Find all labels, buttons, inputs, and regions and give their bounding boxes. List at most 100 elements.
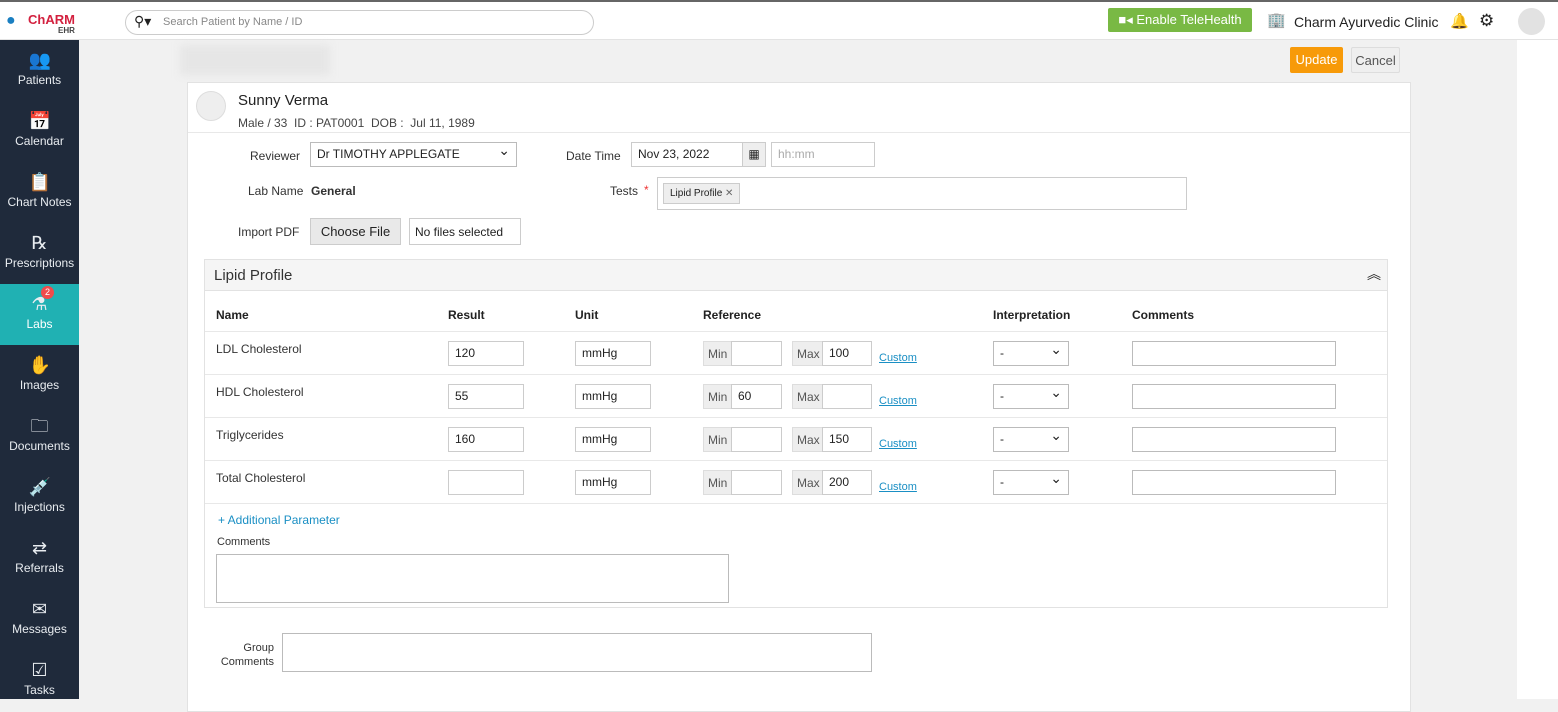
- choose-file-button[interactable]: Choose File: [310, 218, 401, 245]
- datetime-label: Date Time: [566, 149, 621, 163]
- column-header-reference: Reference: [703, 308, 761, 322]
- sidebar: 👥Patients📅Calendar 📋 Chart Notes ℞Prescript…: [0, 40, 79, 699]
- sidebar-item-patients[interactable]: 👥Patients: [0, 40, 79, 101]
- result-input[interactable]: [448, 470, 524, 495]
- time-placeholder: hh:mm: [778, 147, 815, 161]
- clinic-icon: 🏢: [1267, 11, 1286, 29]
- max-value: 100: [829, 346, 849, 360]
- right-gutter: [1517, 40, 1558, 699]
- sidebar-item-chart-notes[interactable]: 📋 Chart Notes: [0, 162, 79, 223]
- sidebar-item-documents[interactable]: 🗀Documents: [0, 406, 79, 467]
- additional-parameter-link[interactable]: + Additional Parameter: [218, 513, 340, 527]
- column-header-comments: Comments: [1132, 308, 1194, 322]
- time-input[interactable]: hh:mm: [771, 142, 875, 167]
- min-value: 60: [738, 389, 751, 403]
- enable-telehealth-button[interactable]: ■◂ Enable TeleHealth: [1108, 8, 1252, 32]
- required-marker: *: [644, 183, 649, 197]
- min-addon: Min: [703, 427, 733, 452]
- min-input[interactable]: [731, 470, 782, 495]
- logo-text: ChARM: [28, 12, 75, 27]
- param-name: HDL Cholesterol: [216, 385, 304, 399]
- row-comments-textarea[interactable]: [1132, 341, 1336, 366]
- sidebar-item-injections[interactable]: 💉Injections: [0, 467, 79, 528]
- sidebar-item-label: Tasks: [24, 683, 55, 697]
- min-input[interactable]: [731, 427, 782, 452]
- prescriptions-icon: ℞: [29, 232, 51, 254]
- sidebar-item-label: Images: [20, 378, 59, 392]
- panel-comments-textarea[interactable]: [216, 554, 729, 603]
- custom-link[interactable]: Custom: [879, 438, 917, 450]
- interpretation-select[interactable]: -: [993, 470, 1069, 495]
- unit-value: mmHg: [582, 475, 617, 489]
- calendar-icon[interactable]: ▦: [742, 142, 766, 167]
- patient-info: Male / 33 ID : PAT0001 DOB : Jul 11, 198…: [238, 116, 475, 130]
- max-input[interactable]: [822, 384, 872, 409]
- row-comments-textarea[interactable]: [1132, 384, 1336, 409]
- custom-link[interactable]: Custom: [879, 395, 917, 407]
- date-input[interactable]: Nov 23, 2022: [631, 142, 743, 167]
- min-input[interactable]: [731, 341, 782, 366]
- max-addon: Max: [792, 470, 824, 495]
- sidebar-item-prescriptions[interactable]: ℞Prescriptions: [0, 223, 79, 284]
- test-tag: Lipid Profile ✕: [663, 183, 740, 204]
- sidebar-item-label: Calendar: [15, 134, 64, 148]
- min-input[interactable]: 60: [731, 384, 782, 409]
- sidebar-item-tasks[interactable]: ☑Tasks: [0, 650, 79, 711]
- row-comments-textarea[interactable]: [1132, 427, 1336, 452]
- bell-icon[interactable]: 🔔: [1450, 12, 1469, 30]
- sidebar-item-label: Chart Notes: [7, 195, 71, 209]
- user-avatar[interactable]: [1518, 8, 1545, 35]
- column-header-name: Name: [216, 308, 249, 322]
- chart-notes-icon: 📋: [29, 171, 51, 193]
- collapse-icon[interactable]: ︽: [1367, 264, 1381, 284]
- interpretation-select[interactable]: -: [993, 427, 1069, 452]
- sidebar-item-images[interactable]: ✋ Images: [0, 345, 79, 406]
- labname-label: Lab Name: [248, 184, 303, 198]
- video-icon: ■◂: [1118, 12, 1132, 27]
- tests-input[interactable]: Lipid Profile ✕: [657, 177, 1187, 210]
- unit-input[interactable]: mmHg: [575, 341, 651, 366]
- row-comments-textarea[interactable]: [1132, 470, 1336, 495]
- sidebar-item-calendar[interactable]: 📅Calendar: [0, 101, 79, 162]
- search-input[interactable]: ⚲▾ Search Patient by Name / ID: [125, 10, 594, 35]
- sidebar-item-labs[interactable]: ⚗2Labs: [0, 284, 79, 345]
- interpretation-select[interactable]: -: [993, 384, 1069, 409]
- param-name: LDL Cholesterol: [216, 342, 302, 356]
- max-input[interactable]: 200: [822, 470, 872, 495]
- unit-input[interactable]: mmHg: [575, 384, 651, 409]
- panel-header[interactable]: [205, 260, 1387, 291]
- blurred-breadcrumb: [180, 45, 330, 75]
- custom-link[interactable]: Custom: [879, 481, 917, 493]
- sidebar-item-referrals[interactable]: ⇄Referrals: [0, 528, 79, 589]
- unit-value: mmHg: [582, 346, 617, 360]
- images-icon: ✋: [29, 354, 51, 376]
- labname-value: General: [311, 184, 356, 198]
- result-input[interactable]: 55: [448, 384, 524, 409]
- unit-value: mmHg: [582, 432, 617, 446]
- result-value: 55: [455, 389, 468, 403]
- result-input[interactable]: 160: [448, 427, 524, 452]
- max-input[interactable]: 100: [822, 341, 872, 366]
- interpretation-select[interactable]: -: [993, 341, 1069, 366]
- custom-link[interactable]: Custom: [879, 352, 917, 364]
- sidebar-item-messages[interactable]: ✉Messages: [0, 589, 79, 650]
- cancel-button[interactable]: Cancel: [1351, 47, 1400, 73]
- gear-icon[interactable]: ⚙: [1479, 11, 1494, 31]
- group-comments-textarea[interactable]: [282, 633, 872, 672]
- max-input[interactable]: 150: [822, 427, 872, 452]
- result-input[interactable]: 120: [448, 341, 524, 366]
- min-addon: Min: [703, 341, 733, 366]
- result-value: 120: [455, 346, 475, 360]
- remove-tag-icon[interactable]: ✕: [725, 188, 733, 199]
- update-button[interactable]: Update: [1290, 47, 1343, 73]
- labs-badge: 2: [41, 286, 54, 299]
- sidebar-item-label: Messages: [12, 622, 67, 636]
- max-value: 200: [829, 475, 849, 489]
- logo-icon: ●: [6, 12, 20, 30]
- clinic-name[interactable]: Charm Ayurvedic Clinic: [1294, 14, 1438, 30]
- unit-input[interactable]: mmHg: [575, 470, 651, 495]
- sidebar-item-label: Injections: [14, 500, 65, 514]
- referrals-icon: ⇄: [29, 537, 51, 559]
- reviewer-select[interactable]: Dr TIMOTHY APPLEGATE: [310, 142, 517, 167]
- unit-input[interactable]: mmHg: [575, 427, 651, 452]
